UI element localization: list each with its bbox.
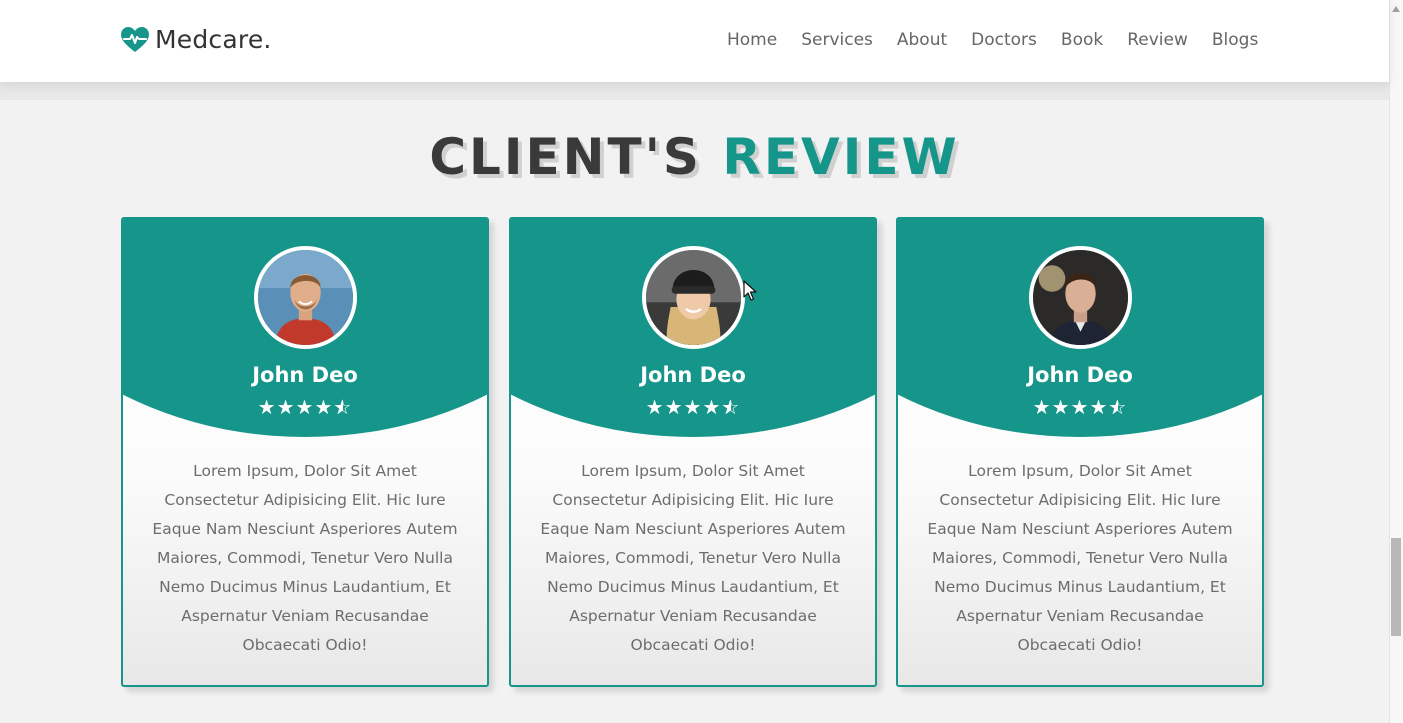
man-smiling-avatar — [254, 246, 357, 349]
star-icon: ★ — [664, 395, 684, 419]
nav-about[interactable]: About — [897, 30, 947, 50]
heading-accent: Review — [722, 128, 960, 186]
nav-services[interactable]: Services — [801, 30, 873, 50]
star-icon: ★ — [295, 395, 315, 419]
reviewer-name: John Deo — [1027, 363, 1133, 387]
star-icon: ★ — [645, 395, 665, 419]
star-half-icon: ★ — [721, 396, 740, 418]
star-icon: ★ — [1089, 395, 1109, 419]
nav-review[interactable]: Review — [1127, 30, 1188, 50]
section-heading: Client's Review — [0, 128, 1389, 186]
review-card: John Deo ★★★★★ Lorem Ipsum, Dolor Sit Am… — [896, 217, 1264, 687]
logo-text: Medcare. — [155, 25, 272, 54]
nav-book[interactable]: Book — [1061, 30, 1103, 50]
reviewer-name: John Deo — [252, 363, 358, 387]
star-icon: ★ — [702, 395, 722, 419]
nav-blogs[interactable]: Blogs — [1212, 30, 1258, 50]
scrollbar-thumb[interactable] — [1391, 538, 1401, 636]
review-text: Lorem Ipsum, Dolor Sit Amet Consectetur … — [927, 462, 1233, 654]
nav-home[interactable]: Home — [727, 30, 777, 50]
page: Medcare. Home Services About Doctors Boo… — [0, 0, 1403, 723]
star-rating: ★★★★★ — [123, 396, 487, 418]
review-text: Lorem Ipsum, Dolor Sit Amet Consectetur … — [152, 462, 458, 654]
main-nav: Home Services About Doctors Book Review … — [727, 30, 1258, 50]
star-rating: ★★★★★ — [898, 396, 1262, 418]
heart-pulse-icon — [121, 26, 149, 52]
mouse-cursor-icon — [743, 280, 757, 301]
star-icon: ★ — [1051, 395, 1071, 419]
man-portrait-avatar — [1029, 246, 1132, 349]
site-header: Medcare. Home Services About Doctors Boo… — [0, 0, 1389, 82]
review-text: Lorem Ipsum, Dolor Sit Amet Consectetur … — [540, 462, 846, 654]
reviewer-name: John Deo — [640, 363, 746, 387]
star-icon: ★ — [1070, 395, 1090, 419]
heading-main: Client's — [429, 128, 702, 186]
star-icon: ★ — [683, 395, 703, 419]
review-card: John Deo ★★★★★ Lorem Ipsum, Dolor Sit Am… — [509, 217, 877, 687]
review-card: John Deo ★★★★★ Lorem Ipsum, Dolor Sit Am… — [121, 217, 489, 687]
star-icon: ★ — [257, 395, 277, 419]
woman-beanie-avatar — [642, 246, 745, 349]
logo-link[interactable]: Medcare. — [121, 25, 272, 54]
scroll-up-arrow-icon[interactable] — [1392, 6, 1400, 12]
header-divider — [0, 82, 1389, 100]
star-rating: ★★★★★ — [511, 396, 875, 418]
star-icon: ★ — [276, 395, 296, 419]
nav-doctors[interactable]: Doctors — [971, 30, 1037, 50]
star-icon: ★ — [314, 395, 334, 419]
star-half-icon: ★ — [333, 396, 352, 418]
star-half-icon: ★ — [1108, 396, 1127, 418]
star-icon: ★ — [1032, 395, 1052, 419]
